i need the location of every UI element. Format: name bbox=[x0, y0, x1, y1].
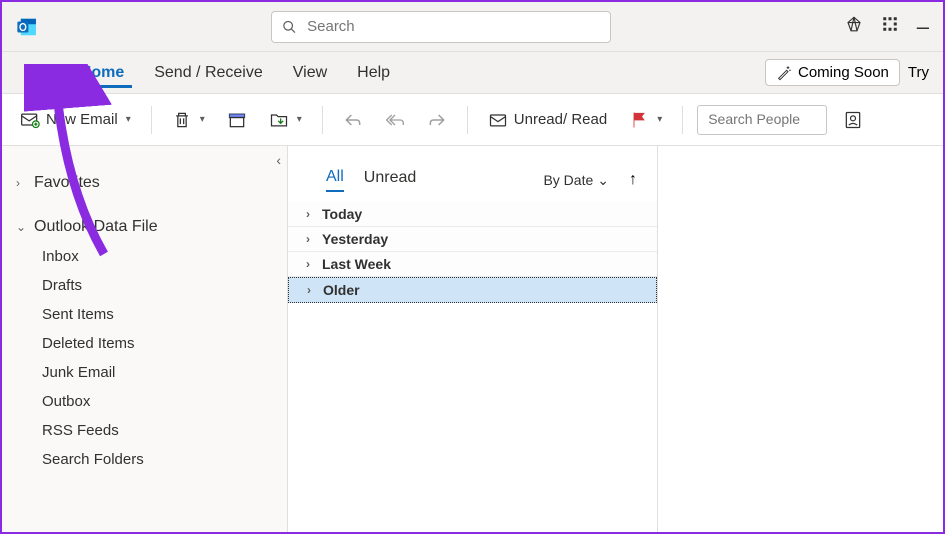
global-search[interactable] bbox=[271, 11, 611, 43]
premium-icon[interactable] bbox=[845, 15, 863, 38]
outlook-logo-icon bbox=[16, 16, 38, 38]
group-label: Yesterday bbox=[322, 231, 388, 247]
qr-icon[interactable] bbox=[881, 15, 899, 38]
unread-read-label: Unread/ Read bbox=[514, 111, 607, 128]
sort-by-label: By Date bbox=[543, 172, 593, 188]
group-today[interactable]: ›Today bbox=[288, 202, 657, 227]
search-icon bbox=[282, 19, 297, 35]
folder-outbox[interactable]: Outbox bbox=[28, 387, 287, 416]
datafile-header[interactable]: ⌄ Outlook Data File bbox=[2, 214, 287, 240]
chevron-down-icon[interactable]: ▾ bbox=[200, 114, 205, 125]
move-button[interactable]: ▾ bbox=[263, 106, 308, 134]
new-email-button[interactable]: New Email ▾ bbox=[14, 106, 137, 134]
folder-search-folders[interactable]: Search Folders bbox=[28, 445, 287, 474]
chevron-right-icon: › bbox=[307, 283, 323, 297]
folder-inbox[interactable]: Inbox bbox=[28, 242, 287, 271]
menu-file[interactable]: File bbox=[16, 58, 58, 88]
group-label: Last Week bbox=[322, 256, 391, 272]
group-yesterday[interactable]: ›Yesterday bbox=[288, 227, 657, 252]
tab-unread[interactable]: Unread bbox=[364, 169, 416, 191]
ribbon: New Email ▾ ▾ ▾ Unread/ Read bbox=[2, 94, 943, 146]
folder-deleted-items[interactable]: Deleted Items bbox=[28, 329, 287, 358]
search-people[interactable] bbox=[697, 105, 827, 135]
forward-icon bbox=[427, 110, 447, 130]
address-book-icon bbox=[843, 110, 863, 130]
forward-button[interactable] bbox=[421, 106, 453, 134]
folder-drafts[interactable]: Drafts bbox=[28, 271, 287, 300]
chevron-down-icon: ⌄ bbox=[16, 220, 30, 234]
chevron-down-icon: ⌄ bbox=[597, 172, 609, 189]
wand-icon bbox=[776, 65, 792, 81]
reading-pane bbox=[658, 146, 943, 532]
new-email-label: New Email bbox=[46, 111, 118, 128]
datafile-label: Outlook Data File bbox=[34, 218, 158, 236]
reply-all-button[interactable] bbox=[379, 106, 411, 134]
group-label: Today bbox=[322, 206, 362, 222]
folder-sent-items[interactable]: Sent Items bbox=[28, 300, 287, 329]
chevron-down-icon[interactable]: ▾ bbox=[126, 114, 131, 125]
delete-button[interactable]: ▾ bbox=[166, 106, 211, 134]
move-to-folder-icon bbox=[269, 110, 289, 130]
try-label[interactable]: Try bbox=[908, 64, 929, 81]
chevron-right-icon: › bbox=[16, 176, 30, 190]
group-last-week[interactable]: ›Last Week bbox=[288, 252, 657, 277]
message-list-pane: All Unread By Date ⌄ ↑ ›Today ›Yesterday… bbox=[288, 146, 658, 532]
reply-all-icon bbox=[385, 110, 405, 130]
menu-help[interactable]: Help bbox=[349, 58, 398, 88]
chevron-right-icon: › bbox=[306, 207, 322, 221]
tab-all[interactable]: All bbox=[326, 168, 344, 192]
folder-rss-feeds[interactable]: RSS Feeds bbox=[28, 416, 287, 445]
reply-icon bbox=[343, 110, 363, 130]
flag-button[interactable]: ▾ bbox=[623, 106, 668, 134]
sort-by-button[interactable]: By Date ⌄ bbox=[543, 172, 609, 189]
chevron-right-icon: › bbox=[306, 257, 322, 271]
chevron-right-icon: › bbox=[306, 232, 322, 246]
search-people-input[interactable] bbox=[708, 111, 816, 127]
collapse-pane-icon[interactable]: ‹ bbox=[276, 152, 281, 168]
menu-home[interactable]: Home bbox=[72, 58, 132, 88]
group-label: Older bbox=[323, 282, 360, 298]
title-bar: – bbox=[2, 2, 943, 52]
group-older[interactable]: ›Older bbox=[288, 277, 657, 303]
archive-icon bbox=[227, 110, 247, 130]
coming-soon-button[interactable]: Coming Soon bbox=[765, 59, 900, 86]
envelope-icon bbox=[488, 110, 508, 130]
archive-button[interactable] bbox=[221, 106, 253, 134]
new-email-icon bbox=[20, 110, 40, 130]
global-search-input[interactable] bbox=[307, 18, 600, 35]
chevron-down-icon[interactable]: ▾ bbox=[297, 114, 302, 125]
favorites-header[interactable]: › Favorites bbox=[2, 170, 287, 196]
favorites-label: Favorites bbox=[34, 174, 100, 192]
sort-direction-button[interactable]: ↑ bbox=[629, 171, 637, 189]
folder-pane: ‹ › Favorites ⌄ Outlook Data File Inbox … bbox=[2, 146, 288, 532]
chevron-down-icon[interactable]: ▾ bbox=[657, 114, 662, 125]
flag-icon bbox=[629, 110, 649, 130]
folder-junk-email[interactable]: Junk Email bbox=[28, 358, 287, 387]
menu-view[interactable]: View bbox=[285, 58, 335, 88]
menu-send-receive[interactable]: Send / Receive bbox=[146, 58, 271, 88]
address-book-button[interactable] bbox=[837, 106, 869, 134]
menu-bar: File Home Send / Receive View Help Comin… bbox=[2, 52, 943, 94]
reply-button[interactable] bbox=[337, 106, 369, 134]
unread-read-button[interactable]: Unread/ Read bbox=[482, 106, 613, 134]
trash-icon bbox=[172, 110, 192, 130]
coming-soon-label: Coming Soon bbox=[798, 64, 889, 81]
